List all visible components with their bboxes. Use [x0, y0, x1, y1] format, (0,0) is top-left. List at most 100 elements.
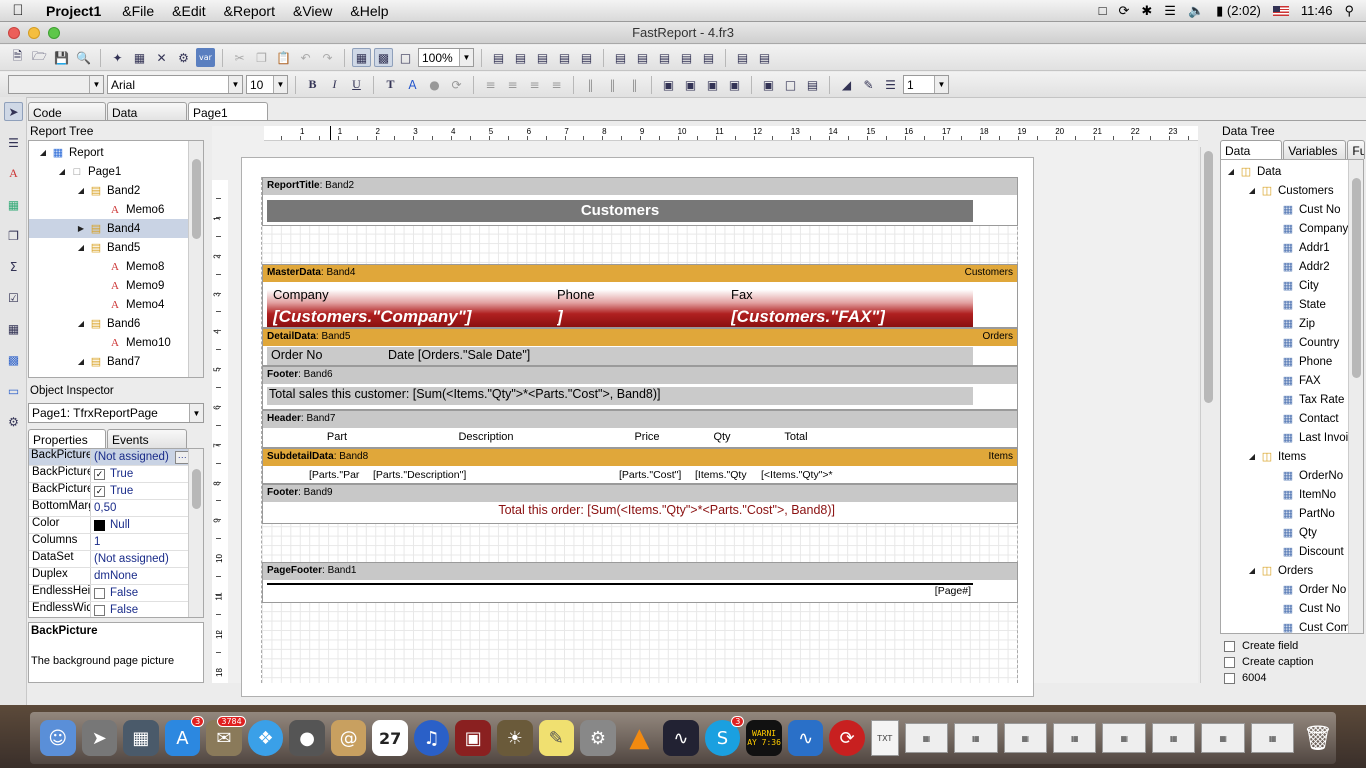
page-footer-band[interactable]: PageFooter: Band1 [Page#] — [262, 562, 1018, 603]
frame-bottom-icon[interactable]: ▣ — [681, 75, 700, 94]
minimized-window-1[interactable]: ▦ — [904, 723, 949, 753]
preview-icon[interactable]: 🔍 — [74, 48, 93, 67]
detail-data-band[interactable]: DetailData: Band5 Orders Order No Date [O… — [262, 328, 1018, 366]
align-hcenter-icon[interactable]: ▤ — [511, 48, 530, 67]
close-window-button[interactable] — [8, 27, 20, 39]
data-tree-item[interactable]: ▦ Company — [1221, 219, 1363, 238]
property-value[interactable]: Null — [91, 517, 130, 533]
footer-band-6[interactable]: Footer: Band6 Total sales this customer:… — [262, 366, 1018, 410]
network-icon[interactable]: ∿ — [787, 720, 824, 756]
scroll-thumb[interactable] — [192, 159, 201, 239]
property-value[interactable]: 1 — [91, 534, 100, 550]
tools-object-icon[interactable]: ⚙ — [4, 412, 23, 431]
chevron-down-icon[interactable]: ▼ — [273, 76, 287, 93]
space-horizontally-icon[interactable]: ▤ — [555, 48, 574, 67]
footer-band-9[interactable]: Footer: Band9 Total this order: [Sum(<It… — [262, 484, 1018, 524]
clock[interactable]: 11:46 — [1301, 3, 1333, 18]
battery-indicator[interactable]: ▮ (2:02) — [1216, 3, 1261, 19]
qty-field[interactable]: [Items."Qty — [695, 469, 751, 481]
object-select[interactable]: Page1: TfrxReportPage ▼ — [28, 403, 204, 423]
app-name-menu[interactable]: Project1 — [36, 3, 113, 19]
bold-icon[interactable]: B — [303, 75, 322, 94]
scroll-thumb[interactable] — [1352, 178, 1361, 378]
font-settings-icon[interactable]: T — [381, 75, 400, 94]
wifi-icon[interactable]: ☰ — [1164, 3, 1176, 19]
header-total[interactable]: Total — [757, 431, 835, 443]
property-row[interactable]: Color Null — [29, 517, 203, 534]
report-tree-item[interactable]: A Memo6 — [29, 200, 203, 219]
company-field[interactable]: [Customers."Company"] — [273, 307, 553, 327]
flashget-icon[interactable]: ⟳ — [829, 720, 865, 756]
collapse-triangle-icon[interactable]: ◢ — [56, 167, 68, 176]
chevron-down-icon[interactable]: ▼ — [934, 76, 948, 93]
data-tree-item[interactable]: ▦ Cust Com — [1221, 618, 1363, 634]
collapse-triangle-icon[interactable]: ◢ — [75, 243, 87, 252]
frame-left-icon[interactable]: ▣ — [703, 75, 722, 94]
data-tree-item[interactable]: ▦ ItemNo — [1221, 485, 1363, 504]
expand-triangle-icon[interactable]: ▶ — [75, 224, 87, 233]
company-label[interactable]: Company — [273, 287, 329, 302]
paste-icon[interactable]: 📋 — [274, 48, 293, 67]
activity-monitor-icon[interactable]: ∿ — [663, 720, 699, 756]
frame-none-icon[interactable]: □ — [781, 75, 800, 94]
frame-top-icon[interactable]: ▣ — [659, 75, 678, 94]
total-sales-memo[interactable]: Total sales this customer: [Sum(<Items."… — [267, 387, 973, 405]
report-tree-item[interactable]: ◢ ▦ Report — [29, 143, 203, 162]
chat-icon[interactable]: □ — [1099, 3, 1107, 18]
itunes-icon[interactable]: ♫ — [413, 720, 450, 756]
fit-to-grid-icon[interactable]: □ — [396, 48, 415, 67]
band-tool-icon[interactable]: ☰ — [4, 133, 23, 152]
phone-field[interactable]: ] — [557, 307, 563, 327]
safari-icon[interactable]: ❖ — [247, 720, 284, 756]
text-object-icon[interactable]: A — [4, 164, 23, 183]
system-preferences-icon[interactable]: ⚙ — [580, 720, 616, 756]
report-tree-item[interactable]: ◢ □ Page1 — [29, 162, 203, 181]
frame-right-icon[interactable]: ▣ — [725, 75, 744, 94]
sync-icon[interactable]: ⟳ — [1118, 3, 1129, 19]
copy-icon[interactable]: ❐ — [252, 48, 271, 67]
property-value[interactable]: (Not assigned) — [91, 551, 169, 567]
collapse-triangle-icon[interactable]: ◢ — [75, 319, 87, 328]
tab-code[interactable]: Code — [28, 102, 106, 121]
center-horizontally-icon[interactable]: ▤ — [533, 48, 552, 67]
cost-field[interactable]: [Parts."Cost"] — [619, 469, 689, 481]
total-order-memo[interactable]: Total this order: [Sum(<Items."Qty">*<Pa… — [311, 503, 835, 517]
data-tree-item[interactable]: ◢ ◫ Customers — [1221, 181, 1363, 200]
report-title-band[interactable]: ReportTitle: Band2 Customers — [262, 177, 1018, 226]
spotlight-icon[interactable]: ⚲ — [1344, 3, 1354, 19]
align-left-icon[interactable]: ▤ — [489, 48, 508, 67]
title-memo[interactable]: Customers — [267, 200, 973, 222]
same-width-icon[interactable]: ▤ — [733, 48, 752, 67]
center-vertically-icon[interactable]: ▤ — [655, 48, 674, 67]
app-store-icon[interactable]: A3 — [164, 716, 205, 756]
shape-object-icon[interactable]: ▭ — [4, 381, 23, 400]
highlight-icon[interactable]: ● — [425, 75, 444, 94]
menu-file[interactable]: &File — [113, 3, 163, 19]
checkbox-object-icon[interactable]: ☑ — [4, 288, 23, 307]
header-part[interactable]: Part — [311, 431, 363, 443]
data-tree-item[interactable]: ▦ Cust No — [1221, 200, 1363, 219]
data-tree-item[interactable]: ▦ Zip — [1221, 314, 1363, 333]
property-row[interactable]: BottomMargin0,50 — [29, 500, 203, 517]
property-value[interactable]: False — [91, 585, 138, 601]
cut-icon[interactable]: ✂ — [230, 48, 249, 67]
report-tree-scrollbar[interactable] — [188, 141, 203, 377]
show-grid-icon[interactable]: ▦ — [352, 48, 371, 67]
data-tree-item[interactable]: ▦ Order No — [1221, 580, 1363, 599]
document-icon[interactable]: TXT — [870, 720, 899, 756]
volume-icon[interactable]: 🔈 — [1188, 3, 1204, 19]
zoom-select[interactable]: 100% ▼ — [418, 48, 474, 67]
data-tree-item[interactable]: ▦ Contact — [1221, 409, 1363, 428]
data-tree-item[interactable]: ▦ Last Invoic — [1221, 428, 1363, 447]
minimize-window-button[interactable] — [28, 27, 40, 39]
font-color-icon[interactable]: A — [403, 75, 422, 94]
data-tree-item[interactable]: ◢ ◫ Items — [1221, 447, 1363, 466]
rotation-icon[interactable]: ⟳ — [447, 75, 466, 94]
subdetail-data-band[interactable]: SubdetailData: Band8 Items [Parts."Par [P… — [262, 448, 1018, 484]
scroll-thumb[interactable] — [1204, 151, 1213, 403]
bluetooth-icon[interactable]: ✱ — [1141, 3, 1152, 19]
text-align-right-icon[interactable]: ≡ — [525, 75, 544, 94]
property-scrollbar[interactable] — [188, 449, 203, 617]
tab-page1[interactable]: Page1 — [188, 102, 268, 121]
property-checkbox[interactable] — [94, 587, 105, 599]
